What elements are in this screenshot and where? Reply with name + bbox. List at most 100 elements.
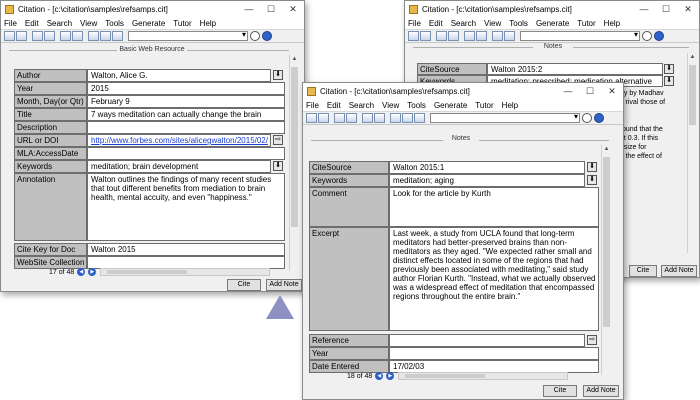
dropdown-icon[interactable]: ⬇ — [587, 175, 597, 185]
scroll-thumb[interactable] — [689, 65, 696, 125]
open-icon[interactable] — [408, 31, 419, 41]
tool-icon[interactable] — [374, 113, 385, 123]
cite-button[interactable]: Cite — [227, 279, 261, 291]
open-icon[interactable] — [306, 113, 317, 123]
menu-edit[interactable]: Edit — [429, 19, 443, 28]
close-icon[interactable]: ✕ — [601, 86, 623, 97]
dropdown-icon[interactable]: ⬇ — [273, 161, 283, 171]
close-icon[interactable]: ✕ — [282, 4, 304, 15]
help-icon[interactable] — [654, 31, 664, 41]
scroll-thumb[interactable] — [603, 157, 610, 327]
excerpt-field[interactable]: Last week, a study from UCLA found that … — [389, 227, 599, 331]
search-combo[interactable] — [520, 30, 640, 41]
dropdown-icon[interactable]: ⬇ — [273, 70, 283, 80]
horizontal-scrollbar[interactable] — [100, 268, 271, 276]
maximize-icon[interactable]: ☐ — [260, 4, 282, 15]
menu-view[interactable]: View — [484, 19, 501, 28]
open-icon[interactable] — [4, 31, 15, 41]
menu-search[interactable]: Search — [451, 19, 476, 28]
year-field[interactable] — [389, 347, 599, 360]
keywords-field[interactable]: meditation; brain development — [87, 160, 271, 173]
search-icon[interactable] — [642, 31, 652, 41]
menu-help[interactable]: Help — [604, 19, 620, 28]
link-button-icon[interactable]: ⇨ — [587, 335, 597, 345]
url-field[interactable]: http://www.forbes.com/sites/alicegwalton… — [87, 134, 271, 147]
menu-generate[interactable]: Generate — [132, 19, 165, 28]
menu-view[interactable]: View — [382, 101, 399, 110]
search-combo[interactable] — [430, 112, 580, 123]
menu-help[interactable]: Help — [200, 19, 216, 28]
tool-icon[interactable] — [492, 31, 503, 41]
menu-help[interactable]: Help — [502, 101, 518, 110]
previous-record-icon[interactable]: ◀ — [375, 372, 384, 380]
menu-file[interactable]: File — [408, 19, 421, 28]
next-record-icon[interactable]: ▶ — [386, 372, 395, 380]
tool-icon[interactable] — [112, 31, 123, 41]
cite-key-field[interactable]: Walton 2015 — [87, 243, 285, 256]
citesource-field[interactable]: Walton 2015:2 — [487, 63, 663, 75]
citesource-field[interactable]: Walton 2015:1 — [389, 161, 585, 174]
tool-icon[interactable] — [504, 31, 515, 41]
comment-field[interactable]: Look for the article by Kurth — [389, 187, 599, 227]
link-button-icon[interactable]: ⇨ — [273, 135, 283, 145]
next-record-icon[interactable]: ▶ — [88, 268, 97, 276]
reference-field[interactable] — [389, 334, 585, 347]
keywords-field[interactable]: meditation; aging — [389, 174, 585, 187]
scroll-up-icon[interactable]: ▲ — [602, 145, 611, 154]
tool-icon[interactable] — [362, 113, 373, 123]
tool-icon[interactable] — [448, 31, 459, 41]
cite-button[interactable]: Cite — [543, 385, 577, 397]
tool-icon[interactable] — [334, 113, 345, 123]
title-field[interactable]: 7 ways meditation can actually change th… — [87, 108, 285, 121]
vertical-scrollbar[interactable]: ▲ — [601, 145, 611, 375]
tool-icon[interactable] — [72, 31, 83, 41]
tool-icon[interactable] — [402, 113, 413, 123]
dropdown-icon[interactable]: ⬇ — [664, 76, 674, 86]
tool-icon[interactable] — [88, 31, 99, 41]
help-icon[interactable] — [594, 113, 604, 123]
scroll-thumb[interactable] — [405, 374, 486, 378]
save-icon[interactable] — [420, 31, 431, 41]
maximize-icon[interactable]: ☐ — [579, 86, 601, 97]
annotation-field[interactable]: Walton outlines the findings of many rec… — [87, 173, 285, 241]
tool-icon[interactable] — [390, 113, 401, 123]
scroll-thumb[interactable] — [291, 67, 298, 227]
tool-icon[interactable] — [32, 31, 43, 41]
scroll-up-icon[interactable]: ▲ — [688, 53, 697, 62]
vertical-scrollbar[interactable]: ▲ — [289, 55, 299, 271]
author-field[interactable]: Walton, Alice G. — [87, 69, 271, 82]
minimize-icon[interactable]: — — [557, 86, 579, 96]
menu-search[interactable]: Search — [47, 19, 72, 28]
dropdown-icon[interactable]: ⬇ — [587, 162, 597, 172]
scroll-thumb[interactable] — [107, 270, 188, 274]
add-note-button[interactable]: Add Note — [266, 279, 302, 291]
year-field[interactable]: 2015 — [87, 82, 285, 95]
tool-icon[interactable] — [414, 113, 425, 123]
tool-icon[interactable] — [100, 31, 111, 41]
vertical-scrollbar[interactable]: ▲ — [687, 53, 697, 253]
menu-edit[interactable]: Edit — [25, 19, 39, 28]
mla-access-field[interactable] — [87, 147, 285, 160]
tool-icon[interactable] — [60, 31, 71, 41]
menu-generate[interactable]: Generate — [434, 101, 467, 110]
description-field[interactable] — [87, 121, 285, 134]
menu-edit[interactable]: Edit — [327, 101, 341, 110]
close-icon[interactable]: ✕ — [677, 4, 699, 15]
previous-record-icon[interactable]: ◀ — [77, 268, 86, 276]
menu-file[interactable]: File — [4, 19, 17, 28]
save-icon[interactable] — [16, 31, 27, 41]
menu-tools[interactable]: Tools — [509, 19, 528, 28]
add-note-button[interactable]: Add Note — [661, 265, 697, 277]
menu-tutor[interactable]: Tutor — [173, 19, 191, 28]
horizontal-scrollbar[interactable] — [398, 372, 569, 380]
menu-generate[interactable]: Generate — [536, 19, 569, 28]
search-icon[interactable] — [582, 113, 592, 123]
month-day-field[interactable]: February 9 — [87, 95, 285, 108]
menu-search[interactable]: Search — [349, 101, 374, 110]
scroll-up-icon[interactable]: ▲ — [290, 55, 299, 64]
menu-tutor[interactable]: Tutor — [475, 101, 493, 110]
tool-icon[interactable] — [476, 31, 487, 41]
search-combo[interactable] — [128, 30, 248, 41]
tool-icon[interactable] — [436, 31, 447, 41]
save-icon[interactable] — [318, 113, 329, 123]
